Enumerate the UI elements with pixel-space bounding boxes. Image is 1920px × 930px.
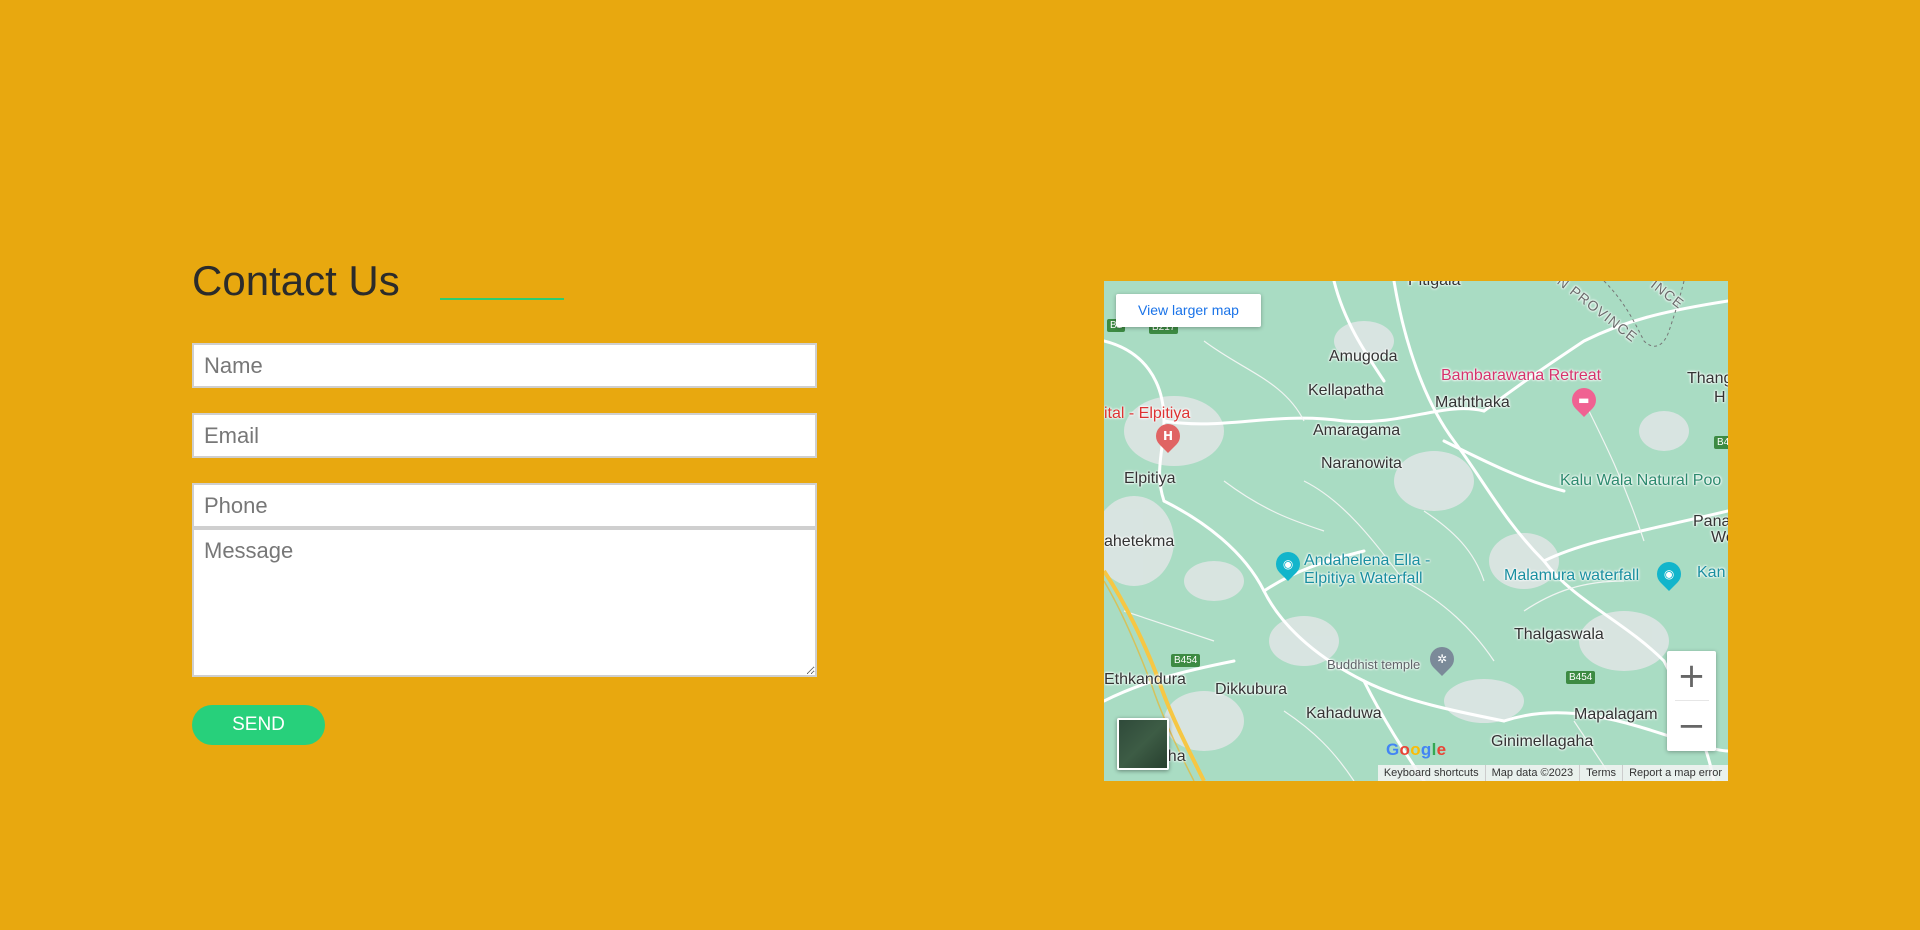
map-label-malamura: Malamura waterfall — [1504, 567, 1640, 584]
road-shield-b4: B4 — [1714, 436, 1728, 449]
title-underline — [439, 298, 564, 300]
map-label-mapalagam: Mapalagam — [1574, 706, 1658, 723]
terms-link[interactable]: Terms — [1579, 765, 1622, 781]
name-input[interactable] — [192, 343, 817, 388]
map-label-thalgaswala: Thalgaswala — [1514, 626, 1604, 643]
google-logo-letter: o — [1410, 740, 1421, 759]
map-label-naranowita: Naranowita — [1321, 455, 1402, 472]
message-textarea[interactable] — [192, 528, 817, 677]
embedded-map[interactable]: B217 B1 B454 B454 B4 Pitigala Amugoda Ke… — [1104, 281, 1728, 781]
send-button[interactable]: SEND — [192, 705, 325, 745]
map-label-h: H — [1714, 389, 1726, 406]
zoom-out-button[interactable]: − — [1667, 701, 1716, 750]
map-label-buddhist-temple: Buddhist temple — [1327, 657, 1421, 672]
map-label-elpitiya: Elpitiya — [1124, 470, 1176, 487]
map-label-kellapatha: Kellapatha — [1308, 382, 1384, 399]
keyboard-shortcuts-link[interactable]: Keyboard shortcuts — [1378, 765, 1485, 781]
page-title: Contact Us — [192, 257, 400, 304]
map-label-dikkubura: Dikkubura — [1215, 681, 1288, 698]
google-logo-letter: g — [1420, 740, 1432, 759]
map-label-ethkandura: Ethkandura — [1104, 671, 1186, 688]
road-shield-b454-2: B454 — [1566, 671, 1596, 684]
email-input[interactable] — [192, 413, 817, 458]
report-error-link[interactable]: Report a map error — [1622, 765, 1728, 781]
contact-section: Contact Us SEND — [192, 255, 817, 745]
map-label-ginimellagaha: Ginimellagaha — [1491, 733, 1594, 750]
satellite-layer-toggle[interactable] — [1117, 718, 1169, 770]
phone-input[interactable] — [192, 483, 817, 528]
map-data-label: Map data ©2023 — [1484, 765, 1580, 781]
zoom-controls: + − — [1667, 651, 1716, 751]
map-label-maththaka: Maththaka — [1435, 394, 1510, 411]
map-label-andahelena-1: Andahelena Ella - — [1304, 552, 1431, 569]
contact-form: SEND — [192, 343, 817, 745]
map-label-amaragama: Amaragama — [1313, 422, 1401, 439]
map-label-andahelena-2: Elpitiya Waterfall — [1304, 570, 1423, 587]
map-label-kalu-wala: Kalu Wala Natural Poo — [1560, 472, 1722, 489]
map-attribution: Keyboard shortcuts Map data ©2023 Terms … — [1377, 765, 1728, 781]
map-label-hospital: ital - Elpitiya — [1104, 405, 1191, 422]
map-label-thang: Thang — [1687, 370, 1728, 387]
google-logo-letter: G — [1386, 740, 1400, 759]
map-label-bambarawana: Bambarawana Retreat — [1441, 367, 1602, 384]
map-label-ahetekma: ahetekma — [1104, 533, 1175, 550]
view-larger-map-link[interactable]: View larger map — [1116, 294, 1261, 327]
map-label-amugoda: Amugoda — [1329, 348, 1398, 365]
map-label-we: We — [1711, 529, 1728, 546]
google-logo: Google — [1386, 740, 1446, 760]
map-label-kan: Kan — [1697, 564, 1726, 581]
page: Contact Us SEND — [0, 0, 1920, 930]
road-shield-b454: B454 — [1171, 654, 1201, 667]
zoom-in-button[interactable]: + — [1667, 651, 1716, 700]
map-label-kahaduwa: Kahaduwa — [1306, 705, 1382, 722]
google-logo-letter: o — [1399, 740, 1411, 759]
map-label-pitigala: Pitigala — [1408, 281, 1460, 290]
title-row: Contact Us — [192, 255, 817, 307]
google-logo-letter: e — [1436, 740, 1447, 759]
